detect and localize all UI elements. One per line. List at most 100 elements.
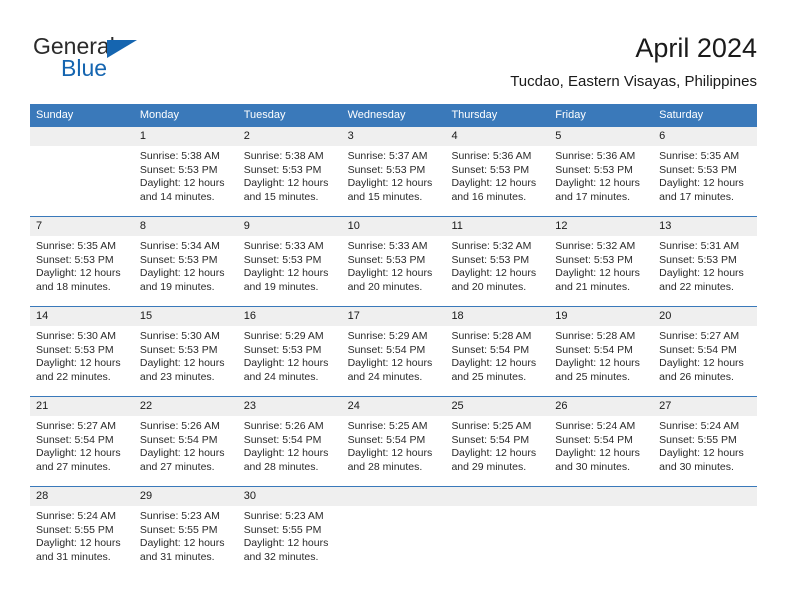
- day-cell[interactable]: 22 Sunrise: 5:26 AM Sunset: 5:54 PM Dayl…: [133, 397, 238, 486]
- day-number: 16: [237, 307, 342, 326]
- day-cell[interactable]: 10 Sunrise: 5:33 AM Sunset: 5:53 PM Dayl…: [341, 217, 446, 306]
- sunset-text: Sunset: 5:55 PM: [243, 523, 322, 536]
- weekday-header-saturday: Saturday: [659, 109, 704, 121]
- daylight-text-line2: and 27 minutes.: [36, 460, 111, 473]
- day-cell[interactable]: 14 Sunrise: 5:30 AM Sunset: 5:53 PM Dayl…: [30, 307, 134, 396]
- day-number: 26: [549, 397, 654, 416]
- sunset-text: Sunset: 5:53 PM: [243, 343, 322, 356]
- day-number: 22: [133, 397, 238, 416]
- daylight-text-line2: and 27 minutes.: [139, 460, 215, 473]
- sunset-text: Sunset: 5:54 PM: [243, 433, 322, 446]
- sunrise-text: Sunrise: 5:27 AM: [36, 420, 116, 432]
- daylight-text-line1: Daylight: 12 hours: [451, 267, 537, 280]
- daylight-text-line1: Daylight: 12 hours: [347, 357, 433, 370]
- day-cell[interactable]: 30 Sunrise: 5:23 AM Sunset: 5:55 PM Dayl…: [237, 487, 342, 576]
- day-cell[interactable]: 15 Sunrise: 5:30 AM Sunset: 5:53 PM Dayl…: [133, 307, 238, 396]
- day-info: Sunrise: 5:27 AM Sunset: 5:54 PM Dayligh…: [30, 416, 134, 474]
- sunrise-text: Sunrise: 5:37 AM: [347, 150, 428, 162]
- sunset-text: Sunset: 5:53 PM: [555, 253, 633, 266]
- day-info: Sunrise: 5:33 AM Sunset: 5:53 PM Dayligh…: [342, 236, 446, 294]
- day-cell[interactable]: 11 Sunrise: 5:32 AM Sunset: 5:53 PM Dayl…: [445, 217, 550, 306]
- day-info: Sunrise: 5:34 AM Sunset: 5:53 PM Dayligh…: [134, 236, 238, 294]
- day-cell[interactable]: 8 Sunrise: 5:34 AM Sunset: 5:53 PM Dayli…: [133, 217, 238, 306]
- daylight-text-line2: and 19 minutes.: [139, 280, 215, 293]
- day-number: [341, 487, 446, 506]
- sunrise-text: Sunrise: 5:30 AM: [36, 330, 116, 342]
- week-row: 21 Sunrise: 5:27 AM Sunset: 5:54 PM Dayl…: [30, 396, 758, 486]
- day-cell[interactable]: 25 Sunrise: 5:25 AM Sunset: 5:54 PM Dayl…: [445, 397, 550, 486]
- sunset-text: Sunset: 5:54 PM: [555, 343, 633, 356]
- day-cell[interactable]: 17 Sunrise: 5:29 AM Sunset: 5:54 PM Dayl…: [341, 307, 446, 396]
- day-cell[interactable]: 29 Sunrise: 5:23 AM Sunset: 5:55 PM Dayl…: [133, 487, 238, 576]
- day-cell[interactable]: 23 Sunrise: 5:26 AM Sunset: 5:54 PM Dayl…: [237, 397, 342, 486]
- general-blue-logo[interactable]: General Blue: [33, 35, 253, 87]
- day-number: 12: [549, 217, 654, 236]
- sunrise-text: Sunrise: 5:25 AM: [451, 420, 532, 432]
- daylight-text-line1: Daylight: 12 hours: [243, 357, 329, 370]
- day-cell[interactable]: 4 Sunrise: 5:36 AM Sunset: 5:53 PM Dayli…: [445, 127, 550, 216]
- title-block: April 2024 Tucdao, Eastern Visayas, Phil…: [510, 32, 757, 91]
- day-cell[interactable]: 16 Sunrise: 5:29 AM Sunset: 5:53 PM Dayl…: [237, 307, 342, 396]
- page-subtitle: Tucdao, Eastern Visayas, Philippines: [510, 73, 757, 90]
- sunset-text: Sunset: 5:53 PM: [451, 253, 530, 266]
- sunrise-text: Sunrise: 5:27 AM: [659, 330, 740, 342]
- day-cell[interactable]: 1 Sunrise: 5:38 AM Sunset: 5:53 PM Dayli…: [133, 127, 238, 216]
- day-number: [445, 487, 550, 506]
- daylight-text-line1: Daylight: 12 hours: [243, 177, 329, 190]
- day-cell[interactable]: 27 Sunrise: 5:24 AM Sunset: 5:55 PM Dayl…: [653, 397, 758, 486]
- sunset-text: Sunset: 5:53 PM: [36, 253, 114, 266]
- sunrise-text: Sunrise: 5:35 AM: [36, 240, 116, 252]
- daylight-text-line1: Daylight: 12 hours: [659, 177, 744, 190]
- daylight-text-line1: Daylight: 12 hours: [555, 357, 640, 370]
- sunset-text: Sunset: 5:53 PM: [659, 163, 737, 176]
- sunrise-text: Sunrise: 5:24 AM: [36, 510, 116, 522]
- sunset-text: Sunset: 5:53 PM: [139, 253, 218, 266]
- daylight-text-line1: Daylight: 12 hours: [139, 267, 225, 280]
- day-cell: [653, 487, 758, 576]
- daylight-text-line2: and 22 minutes.: [36, 370, 111, 383]
- day-info: Sunrise: 5:24 AM Sunset: 5:55 PM Dayligh…: [653, 416, 757, 474]
- day-cell[interactable]: 13 Sunrise: 5:31 AM Sunset: 5:53 PM Dayl…: [653, 217, 758, 306]
- weekday-header-wednesday: Wednesday: [347, 109, 406, 121]
- daylight-text-line2: and 24 minutes.: [243, 370, 319, 383]
- day-number: 13: [653, 217, 758, 236]
- daylight-text-line2: and 26 minutes.: [659, 370, 734, 383]
- sunset-text: Sunset: 5:55 PM: [659, 433, 737, 446]
- day-cell[interactable]: 20 Sunrise: 5:27 AM Sunset: 5:54 PM Dayl…: [653, 307, 758, 396]
- daylight-text-line1: Daylight: 12 hours: [36, 267, 121, 280]
- daylight-text-line1: Daylight: 12 hours: [451, 177, 537, 190]
- daylight-text-line2: and 17 minutes.: [659, 190, 734, 203]
- day-info: Sunrise: 5:35 AM Sunset: 5:53 PM Dayligh…: [653, 146, 757, 204]
- day-info: Sunrise: 5:31 AM Sunset: 5:53 PM Dayligh…: [653, 236, 757, 294]
- blue-triangle-flag-icon: [107, 40, 137, 58]
- day-cell[interactable]: 3 Sunrise: 5:37 AM Sunset: 5:53 PM Dayli…: [341, 127, 446, 216]
- day-cell[interactable]: 2 Sunrise: 5:38 AM Sunset: 5:53 PM Dayli…: [237, 127, 342, 216]
- day-cell[interactable]: 6 Sunrise: 5:35 AM Sunset: 5:53 PM Dayli…: [653, 127, 758, 216]
- day-cell: [341, 487, 446, 576]
- day-cell[interactable]: 26 Sunrise: 5:24 AM Sunset: 5:54 PM Dayl…: [549, 397, 654, 486]
- sunrise-text: Sunrise: 5:29 AM: [243, 330, 324, 342]
- day-info: Sunrise: 5:28 AM Sunset: 5:54 PM Dayligh…: [549, 326, 653, 384]
- day-cell[interactable]: 9 Sunrise: 5:33 AM Sunset: 5:53 PM Dayli…: [237, 217, 342, 306]
- daylight-text-line2: and 32 minutes.: [243, 550, 319, 563]
- day-cell[interactable]: 12 Sunrise: 5:32 AM Sunset: 5:53 PM Dayl…: [549, 217, 654, 306]
- daylight-text-line2: and 29 minutes.: [451, 460, 527, 473]
- day-cell[interactable]: 21 Sunrise: 5:27 AM Sunset: 5:54 PM Dayl…: [30, 397, 134, 486]
- day-number: 8: [133, 217, 238, 236]
- day-number: 1: [133, 127, 238, 146]
- day-cell: [549, 487, 654, 576]
- day-number: 6: [653, 127, 758, 146]
- day-cell[interactable]: 24 Sunrise: 5:25 AM Sunset: 5:54 PM Dayl…: [341, 397, 446, 486]
- day-info: Sunrise: 5:29 AM Sunset: 5:53 PM Dayligh…: [238, 326, 342, 384]
- sunset-text: Sunset: 5:54 PM: [555, 433, 633, 446]
- day-cell[interactable]: 19 Sunrise: 5:28 AM Sunset: 5:54 PM Dayl…: [549, 307, 654, 396]
- day-cell[interactable]: 7 Sunrise: 5:35 AM Sunset: 5:53 PM Dayli…: [30, 217, 134, 306]
- day-cell[interactable]: 28 Sunrise: 5:24 AM Sunset: 5:55 PM Dayl…: [30, 487, 134, 576]
- sunrise-text: Sunrise: 5:36 AM: [451, 150, 532, 162]
- sunrise-text: Sunrise: 5:25 AM: [347, 420, 428, 432]
- day-cell[interactable]: 18 Sunrise: 5:28 AM Sunset: 5:54 PM Dayl…: [445, 307, 550, 396]
- day-number: 18: [445, 307, 550, 326]
- daylight-text-line2: and 23 minutes.: [139, 370, 215, 383]
- day-cell[interactable]: 5 Sunrise: 5:36 AM Sunset: 5:53 PM Dayli…: [549, 127, 654, 216]
- day-info: [653, 506, 757, 510]
